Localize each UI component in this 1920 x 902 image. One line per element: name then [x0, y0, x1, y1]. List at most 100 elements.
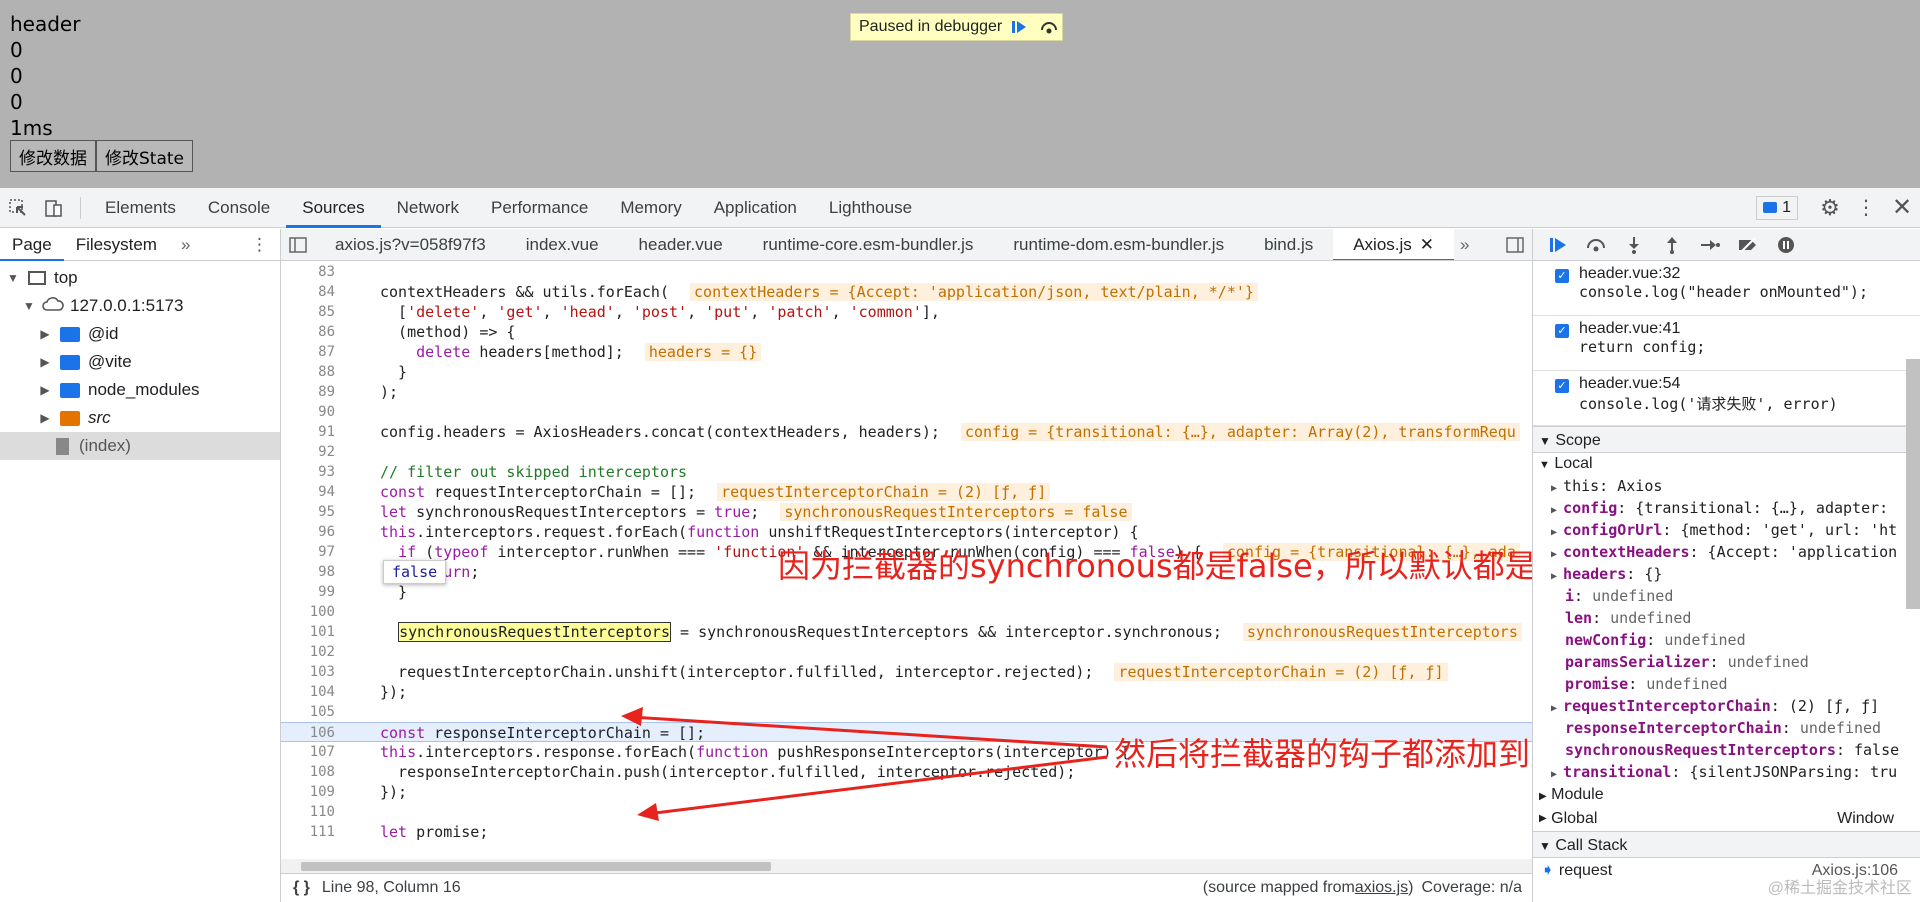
line-number[interactable]: 83 [281, 262, 335, 282]
resume-icon[interactable] [1539, 237, 1577, 253]
code-line[interactable]: 92 [281, 442, 1532, 462]
collapsed-arrow-icon[interactable]: ▶ [1551, 769, 1563, 780]
file-tab[interactable]: runtime-core.esm-bundler.js [743, 229, 994, 260]
tab-filesystem[interactable]: Filesystem [64, 229, 169, 261]
tree-item-src[interactable]: ▶ src [0, 404, 280, 432]
line-number[interactable]: 98 [281, 562, 335, 582]
line-number[interactable]: 106 [281, 723, 335, 743]
line-number[interactable]: 108 [281, 762, 335, 782]
close-tab-icon[interactable]: ✕ [1420, 235, 1434, 254]
scope-variable[interactable]: ▶ configOrUrl: {method: 'get', url: 'ht [1533, 519, 1920, 541]
pretty-print-icon[interactable]: { } [281, 879, 322, 897]
scope-variable[interactable]: i: undefined [1533, 585, 1920, 607]
line-number[interactable]: 110 [281, 802, 335, 822]
scope-global[interactable]: ▶ Global Window [1533, 807, 1920, 831]
tree-item-top[interactable]: ▼ top [0, 264, 280, 292]
scope-variable[interactable]: len: undefined [1533, 607, 1920, 629]
line-number[interactable]: 102 [281, 642, 335, 662]
scope-variable[interactable]: ▶ contextHeaders: {Accept: 'application [1533, 541, 1920, 563]
step-icon[interactable] [1691, 237, 1729, 253]
code-line[interactable]: 84 contextHeaders && utils.forEach( conte… [281, 282, 1532, 302]
line-number[interactable]: 104 [281, 682, 335, 702]
code-line[interactable]: 96 this.interceptors.request.forEach(func… [281, 522, 1532, 542]
collapsed-arrow-icon[interactable]: ▶ [1551, 703, 1563, 714]
breakpoint-item[interactable]: ✓ header.vue:54 console.log('请求失败', error) [1533, 371, 1920, 426]
deactivate-breakpoints-icon[interactable] [1729, 236, 1767, 253]
navigator-menu-icon[interactable]: ⋮ [239, 229, 280, 261]
sidebar-scrollbar[interactable] [1906, 359, 1920, 609]
code-line[interactable]: 91 config.headers = AxiosHeaders.concat(c… [281, 422, 1532, 442]
line-number[interactable]: 89 [281, 382, 335, 402]
tab-network[interactable]: Network [381, 188, 475, 228]
modify-state-button[interactable]: 修改State [96, 140, 193, 172]
code-line[interactable]: 111 let promise; [281, 822, 1532, 842]
tab-sources[interactable]: Sources [286, 188, 381, 228]
tree-item-host[interactable]: ▼ 127.0.0.1:5173 [0, 292, 280, 320]
code-line[interactable]: 94 const requestInterceptorChain = []; re… [281, 482, 1532, 502]
step-out-icon[interactable] [1653, 236, 1691, 254]
line-number[interactable]: 96 [281, 522, 335, 542]
tab-application[interactable]: Application [698, 188, 813, 228]
line-number[interactable]: 85 [281, 302, 335, 322]
code-line[interactable]: 105 [281, 702, 1532, 722]
file-tab[interactable]: index.vue [506, 229, 619, 260]
scope-variable[interactable]: ▶ requestInterceptorChain: (2) [ƒ, ƒ] [1533, 695, 1920, 717]
scope-variable[interactable]: ▶ transitional: {silentJSONParsing: tru [1533, 761, 1920, 783]
line-number[interactable]: 95 [281, 502, 335, 522]
inspect-element-icon[interactable] [0, 188, 36, 228]
line-number[interactable]: 101 [281, 622, 335, 642]
tab-memory[interactable]: Memory [604, 188, 697, 228]
line-number[interactable]: 94 [281, 482, 335, 502]
line-number[interactable]: 109 [281, 782, 335, 802]
code-line[interactable]: 93 // filter out skipped interceptors [281, 462, 1532, 482]
toggle-navigator-icon[interactable] [281, 236, 315, 253]
tree-item-vite[interactable]: ▶ @vite [0, 348, 280, 376]
breakpoint-checkbox[interactable]: ✓ [1555, 269, 1569, 283]
line-number[interactable]: 93 [281, 462, 335, 482]
scope-local-header[interactable]: ▼ Local [1533, 453, 1920, 475]
line-number[interactable]: 111 [281, 822, 335, 842]
issues-badge[interactable]: 1 [1756, 195, 1798, 220]
code-line[interactable]: 87 delete headers[method]; headers = {} [281, 342, 1532, 362]
resume-icon[interactable] [1006, 14, 1032, 40]
tab-elements[interactable]: Elements [89, 188, 192, 228]
call-stack-section-header[interactable]: ▼ Call Stack [1533, 831, 1920, 858]
tab-console[interactable]: Console [192, 188, 286, 228]
scope-module[interactable]: ▶ Module [1533, 783, 1920, 807]
breakpoint-checkbox[interactable]: ✓ [1555, 379, 1569, 393]
code-line[interactable]: 100 [281, 602, 1532, 622]
collapsed-arrow-icon[interactable]: ▶ [1551, 571, 1563, 582]
tab-lighthouse[interactable]: Lighthouse [813, 188, 928, 228]
tree-item-id[interactable]: ▶ @id [0, 320, 280, 348]
source-mapped-link[interactable]: axios.js [1355, 879, 1408, 897]
line-number[interactable]: 86 [281, 322, 335, 342]
tree-item-node-modules[interactable]: ▶ node_modules [0, 376, 280, 404]
scope-variable[interactable]: ▶ headers: {} [1533, 563, 1920, 585]
code-line[interactable]: 95 let synchronousRequestInterceptors = t… [281, 502, 1532, 522]
step-over-icon[interactable] [1577, 237, 1615, 253]
tab-performance[interactable]: Performance [475, 188, 604, 228]
pause-on-exceptions-icon[interactable] [1767, 236, 1805, 254]
modify-data-button[interactable]: 修改数据 [10, 140, 96, 172]
device-toolbar-icon[interactable] [36, 188, 72, 228]
code-line[interactable]: 109}); [281, 782, 1532, 802]
toggle-debugger-icon[interactable] [1498, 236, 1532, 253]
breakpoint-item[interactable]: ✓ header.vue:41 return config; [1533, 316, 1920, 371]
line-number[interactable]: 100 [281, 602, 335, 622]
scope-variable[interactable]: synchronousRequestInterceptors: false [1533, 739, 1920, 761]
more-tabs-chevron-icon[interactable]: » [169, 229, 202, 261]
horizontal-scrollbar[interactable] [281, 859, 1532, 873]
file-tab-active[interactable]: Axios.js ✕ [1333, 229, 1455, 260]
scope-variable[interactable]: ▶ this: Axios [1533, 475, 1920, 497]
code-line[interactable]: 101 synchronousRequestInterceptors = syn… [281, 622, 1532, 642]
file-tab[interactable]: bind.js [1244, 229, 1333, 260]
step-over-icon[interactable] [1036, 14, 1062, 40]
code-line[interactable]: 89); [281, 382, 1532, 402]
collapsed-arrow-icon[interactable]: ▶ [1551, 505, 1563, 516]
tree-item-index[interactable]: (index) [0, 432, 280, 460]
code-line[interactable]: 103 requestInterceptorChain.unshift(inte… [281, 662, 1532, 682]
line-number[interactable]: 107 [281, 742, 335, 762]
scope-variable[interactable]: ▶ config: {transitional: {…}, adapter: [1533, 497, 1920, 519]
line-number[interactable]: 105 [281, 702, 335, 722]
scope-variable[interactable]: newConfig: undefined [1533, 629, 1920, 651]
